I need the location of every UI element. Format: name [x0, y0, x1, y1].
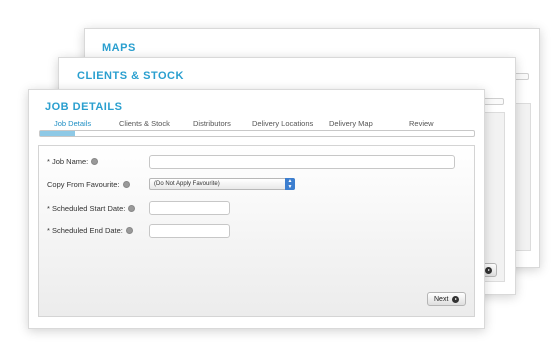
tab-job-details[interactable]: Job Details — [54, 119, 91, 128]
job-name-label: * Job Name: — [47, 157, 99, 166]
end-date-label: * Scheduled End Date: — [47, 226, 133, 235]
start-date-input[interactable] — [149, 201, 230, 215]
clients-stock-title: CLIENTS & STOCK — [77, 70, 184, 82]
start-date-label: * Scheduled Start Date: — [47, 204, 136, 213]
tab-delivery-locations[interactable]: Delivery Locations — [252, 119, 313, 128]
next-button[interactable]: Next — [427, 292, 467, 306]
help-icon[interactable] — [128, 205, 136, 212]
play-icon — [484, 266, 492, 274]
tab-distributors[interactable]: Distributors — [193, 119, 231, 128]
help-icon[interactable] — [91, 158, 99, 165]
job-details-card: JOB DETAILS Job Details Clients & Stock … — [28, 89, 485, 329]
play-icon — [452, 295, 460, 303]
copy-from-favourite-label: Copy From Favourite: — [47, 180, 130, 189]
tab-clients-stock[interactable]: Clients & Stock — [119, 119, 170, 128]
tab-review[interactable]: Review — [409, 119, 434, 128]
tab-delivery-map[interactable]: Delivery Map — [329, 119, 373, 128]
job-details-form: * Job Name: Copy From Favourite: (Do Not… — [38, 145, 475, 317]
end-date-input[interactable] — [149, 224, 230, 238]
maps-title: MAPS — [102, 42, 136, 54]
favourite-select[interactable]: (Do Not Apply Favourite) ▲ ▼ — [149, 178, 295, 190]
copy-from-favourite-label-text: Copy From Favourite: — [47, 180, 120, 189]
select-arrows-icon[interactable]: ▲ ▼ — [285, 178, 295, 190]
start-date-label-text: * Scheduled Start Date: — [47, 204, 126, 213]
favourite-select-value: (Do Not Apply Favourite) — [154, 181, 220, 187]
progress-fill — [40, 131, 75, 136]
job-name-label-text: * Job Name: — [47, 157, 89, 166]
job-name-input[interactable] — [149, 155, 455, 169]
help-icon[interactable] — [125, 227, 133, 234]
next-button-label: Next — [434, 295, 449, 303]
help-icon[interactable] — [122, 181, 130, 188]
wizard-progress-bar — [39, 130, 475, 137]
job-details-title: JOB DETAILS — [45, 101, 123, 113]
end-date-label-text: * Scheduled End Date: — [47, 226, 123, 235]
